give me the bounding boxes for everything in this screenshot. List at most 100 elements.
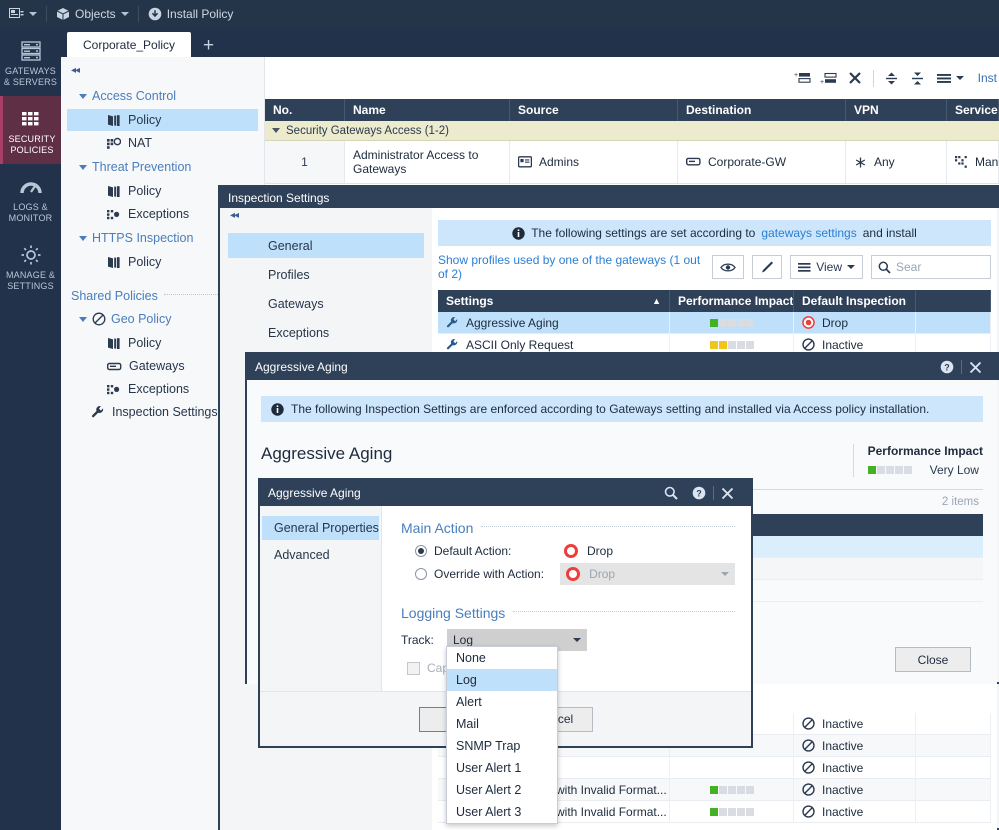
dropdown-item-user-alert-1[interactable]: User Alert 1	[447, 757, 557, 779]
rule-name: Administrator Access to Gateways	[345, 141, 510, 183]
default-inspection-cell: Inactive	[794, 735, 916, 757]
add-rule-below-icon: +	[820, 71, 837, 86]
rule-source-label: Admins	[539, 155, 579, 169]
gateways-settings-link[interactable]: gateways settings	[761, 226, 856, 240]
info-icon	[512, 227, 525, 240]
override-action-label: Override with Action:	[434, 567, 560, 581]
default-inspection-label: Inactive	[822, 739, 863, 753]
inspection-settings-titlebar[interactable]: Inspection Settings	[220, 187, 999, 208]
drop-icon	[802, 316, 815, 329]
dropdown-item-none[interactable]: None	[447, 647, 557, 669]
tree-group-access-control[interactable]: Access Control	[61, 84, 264, 108]
collapse-all-button[interactable]	[905, 65, 931, 91]
edit-button[interactable]	[752, 255, 782, 279]
collapse-nav-button[interactable]: ◂◂	[220, 208, 432, 229]
eye-icon	[720, 262, 736, 273]
show-profiles-link[interactable]: Show profiles used by one of the gateway…	[438, 253, 704, 281]
override-action-radio[interactable]	[415, 568, 427, 580]
collapse-tree-button[interactable]: ◂◂	[61, 63, 264, 84]
column-header-name[interactable]: Name	[345, 99, 510, 121]
chevron-down-icon	[573, 638, 581, 642]
tree-group-label: Geo Policy	[111, 312, 171, 326]
performance-impact-cell	[670, 757, 794, 779]
rail-item-manage-settings[interactable]: MANAGE & SETTINGS	[0, 232, 61, 300]
help-button[interactable]: ?	[685, 486, 713, 500]
help-button[interactable]: ?	[933, 360, 961, 374]
tree-group-threat-prevention[interactable]: Threat Prevention	[61, 155, 264, 179]
rules-view-menu-button[interactable]	[931, 65, 970, 91]
logging-settings-group-header: Logging Settings	[401, 605, 735, 621]
column-header-no[interactable]: No.	[265, 99, 345, 121]
column-header-source[interactable]: Source	[510, 99, 678, 121]
rail-item-logs-monitor[interactable]: LOGS & MONITOR	[0, 164, 61, 232]
column-header-destination[interactable]: Destination	[678, 99, 846, 121]
inactive-icon	[802, 739, 815, 752]
column-header-extra[interactable]	[916, 290, 991, 312]
add-rule-below-button[interactable]: +	[816, 65, 842, 91]
default-inspection-label: Inactive	[822, 783, 863, 797]
sidebar-item-nat[interactable]: NAT	[67, 132, 258, 154]
settings-row-aggressive-aging[interactable]: Aggressive Aging Drop	[438, 312, 991, 334]
capture-checkbox[interactable]	[407, 662, 420, 675]
delete-rule-button[interactable]	[842, 65, 868, 91]
rules-section-row[interactable]: Security Gateways Access (1-2)	[265, 121, 999, 141]
preview-button[interactable]	[712, 255, 744, 279]
column-header-default-inspection[interactable]: Default Inspection	[794, 290, 916, 312]
column-header-services[interactable]: Services & ...	[947, 99, 999, 121]
rail-item-gateways-servers[interactable]: GATEWAYS & SERVERS	[0, 28, 61, 96]
dropdown-item-mail[interactable]: Mail	[447, 713, 557, 735]
performance-impact-value: Very Low	[930, 463, 979, 477]
add-tab-button[interactable]: +	[191, 35, 226, 57]
override-action-row[interactable]: Override with Action: Drop	[415, 563, 735, 585]
is-nav-profiles[interactable]: Profiles	[228, 262, 424, 287]
sidebar-item-label: Policy	[128, 113, 161, 127]
app-menu-button[interactable]	[0, 0, 46, 28]
rail-label-line1: LOGS &	[13, 202, 48, 213]
tree-group-label: Access Control	[92, 89, 176, 103]
close-icon	[721, 487, 734, 500]
column-header-settings[interactable]: Settings ▲	[438, 290, 670, 312]
dropdown-item-alert[interactable]: Alert	[447, 691, 557, 713]
default-action-row[interactable]: Default Action: Drop	[415, 544, 735, 558]
dropdown-item-log[interactable]: Log	[447, 669, 557, 691]
dropdown-item-snmp-trap[interactable]: SNMP Trap	[447, 735, 557, 757]
rail-item-security-policies[interactable]: SECURITY POLICIES	[0, 96, 61, 164]
tab-corporate-policy[interactable]: Corporate_Policy	[67, 32, 191, 57]
table-row[interactable]: 1 Administrator Access to Gateways Admin…	[265, 141, 999, 184]
column-header-vpn[interactable]: VPN	[846, 99, 947, 121]
column-label: Settings	[446, 290, 493, 312]
add-rule-above-button[interactable]: +	[790, 65, 816, 91]
is-nav-exceptions[interactable]: Exceptions	[228, 320, 424, 345]
close-button[interactable]	[962, 361, 989, 374]
dropdown-item-user-alert-3[interactable]: User Alert 3	[447, 801, 557, 823]
default-action-label: Default Action:	[434, 544, 564, 558]
shared-policies-label: Shared Policies	[71, 289, 158, 303]
dropdown-item-user-alert-2[interactable]: User Alert 2	[447, 779, 557, 801]
search-input[interactable]: Sear	[871, 255, 991, 279]
is-nav-gateways[interactable]: Gateways	[228, 291, 424, 316]
properties-nav-general[interactable]: General Properties	[262, 516, 379, 540]
aggressive-aging-header: Aggressive Aging Performance Impact Very…	[261, 444, 983, 477]
default-action-radio[interactable]	[415, 545, 427, 557]
is-nav-general[interactable]: General	[228, 233, 424, 258]
sort-ascending-icon: ▲	[652, 290, 661, 312]
aggressive-aging-titlebar[interactable]: Aggressive Aging ?	[247, 354, 999, 380]
page-title: Aggressive Aging	[261, 444, 853, 464]
rules-install-label[interactable]: Inst	[970, 71, 997, 85]
install-policy-button[interactable]: Install Policy	[139, 0, 243, 28]
properties-titlebar[interactable]: Aggressive Aging ?	[260, 480, 751, 506]
objects-menu-button[interactable]: Objects	[47, 0, 138, 28]
close-button[interactable]: Close	[895, 647, 971, 672]
column-header-performance-impact[interactable]: Performance Impact	[670, 290, 794, 312]
main-action-label: Main Action	[401, 520, 473, 536]
rules-toolbar: + +	[265, 57, 999, 99]
properties-nav-advanced[interactable]: Advanced	[262, 543, 379, 567]
wrench-icon	[446, 338, 459, 351]
sidebar-item-access-policy[interactable]: Policy	[67, 109, 258, 131]
search-button[interactable]	[657, 486, 685, 500]
view-menu-button[interactable]: View	[790, 255, 863, 279]
services-icon	[955, 156, 968, 169]
close-button[interactable]	[714, 487, 741, 500]
override-action-value: Drop	[589, 567, 615, 581]
expand-all-button[interactable]	[879, 65, 905, 91]
